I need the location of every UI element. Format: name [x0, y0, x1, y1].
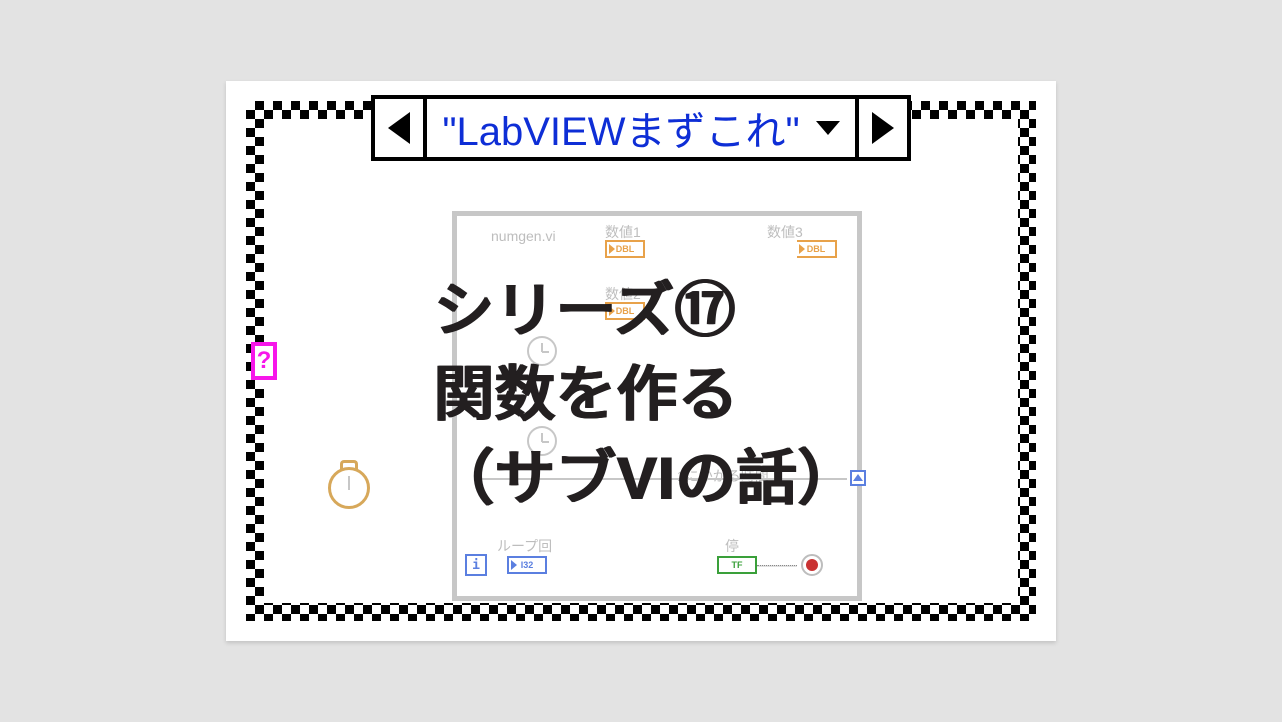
stop-button-icon[interactable]	[801, 554, 823, 576]
i32-terminal-icon: I32	[507, 556, 547, 574]
case-selector[interactable]: "LabVIEWまずこれ"	[371, 95, 911, 161]
case-prev-arrow-icon[interactable]	[375, 99, 427, 157]
loop-iteration-terminal-icon: i	[465, 554, 487, 576]
overlay-title: シリーズ⑰ 関数を作る （サブVIの話）	[434, 269, 859, 521]
indicator-label-loop-count: ループ回	[497, 536, 552, 556]
dbl-terminal-icon: DBL	[605, 240, 645, 258]
subvi-label: numgen.vi	[491, 228, 556, 244]
case-selector-text: "LabVIEWまずこれ"	[442, 99, 799, 157]
dbl-terminal-icon: DBL	[797, 240, 837, 258]
overlay-line2: 関数を作る	[434, 353, 859, 437]
case-structure: "LabVIEWまずこれ" ? numgen.vi 数値1 DBL 数値3 DB…	[246, 101, 1036, 621]
chevron-down-icon[interactable]	[816, 121, 840, 135]
tf-terminal-icon: TF	[717, 556, 757, 574]
case-selector-label: "LabVIEWまずこれ"	[427, 99, 855, 157]
indicator-label-n3: 数値3	[767, 222, 803, 242]
overlay-line3: （サブVIの話）	[434, 437, 859, 521]
case-next-arrow-icon[interactable]	[855, 99, 907, 157]
overlay-line1: シリーズ⑰	[434, 269, 859, 353]
indicator-label-stop: 停	[725, 536, 739, 556]
case-inner-area: numgen.vi 数値1 DBL 数値3 DBL 数値2 DBL 1にかかる時…	[264, 119, 1018, 603]
indicator-label-n1: 数値1	[605, 222, 641, 242]
thumbnail-card: "LabVIEWまずこれ" ? numgen.vi 数値1 DBL 数値3 DB…	[226, 81, 1056, 641]
case-selector-terminal-icon[interactable]: ?	[251, 342, 277, 380]
stopwatch-icon	[328, 467, 370, 509]
